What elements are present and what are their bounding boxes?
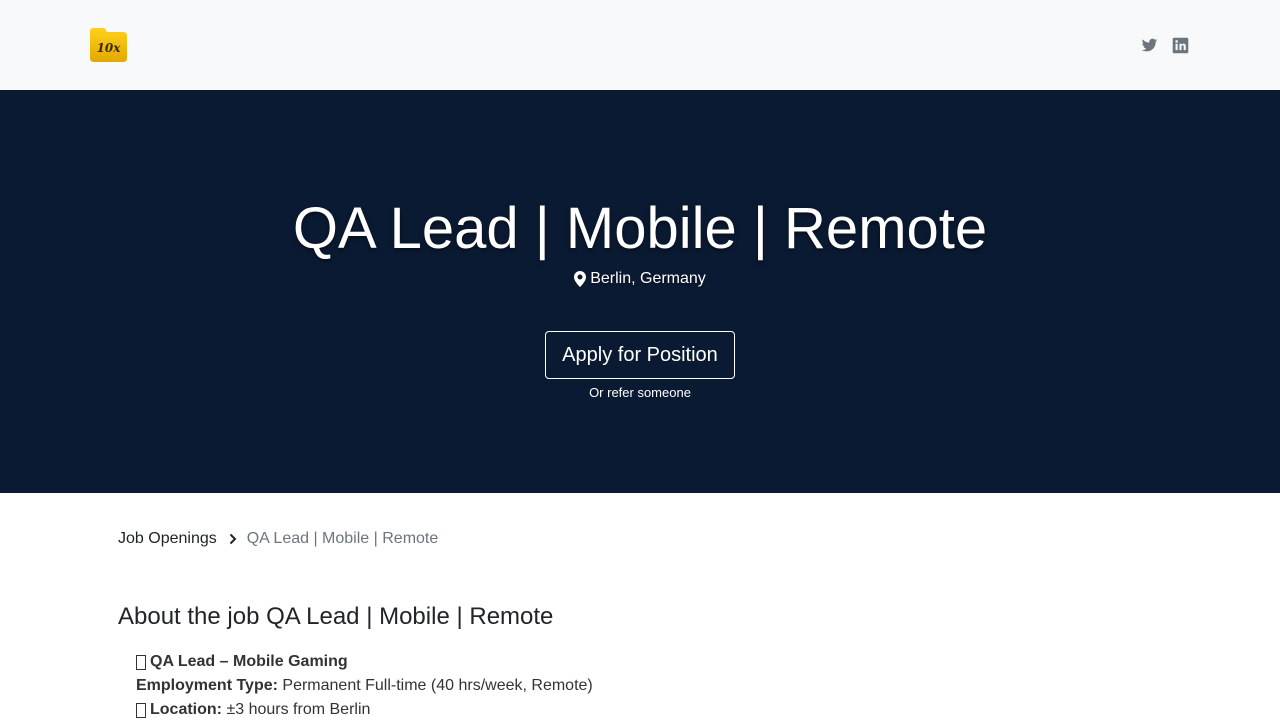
about-heading: About the job QA Lead | Mobile | Remote: [118, 603, 554, 630]
location-text: Berlin, Germany: [590, 270, 706, 287]
breadcrumb: Job Openings QA Lead | Mobile | Remote: [118, 528, 1162, 550]
detail-value: Permanent Full-time (40 hrs/week, Remote…: [282, 677, 593, 694]
job-content: Job Openings QA Lead | Mobile | Remote A…: [0, 528, 1280, 720]
detail-value: ±3 hours from Berlin: [226, 701, 371, 718]
refer-link[interactable]: Or refer someone: [589, 385, 691, 400]
emoji-icon: [136, 654, 146, 670]
job-title: QA Lead | Mobile | Remote: [292, 196, 988, 261]
chevron-right-icon: [229, 533, 237, 545]
social-links: [1141, 37, 1189, 54]
top-navbar: 10x: [0, 0, 1280, 90]
map-marker-icon: [574, 271, 587, 287]
detail-line: QA Lead – Mobile Gaming: [136, 650, 1162, 674]
detail-label: Employment Type:: [136, 677, 278, 694]
detail-label: Location:: [150, 701, 222, 718]
hero-banner: QA Lead | Mobile | Remote Berlin, German…: [0, 90, 1280, 493]
twitter-link[interactable]: [1141, 37, 1158, 54]
detail-line: Employment Type: Permanent Full-time (40…: [136, 674, 1162, 698]
job-details: QA Lead – Mobile Gaming Employment Type:…: [118, 650, 1162, 720]
apply-button[interactable]: Apply for Position: [545, 331, 735, 379]
linkedin-link[interactable]: [1172, 37, 1189, 54]
detail-line: Location: ±3 hours from Berlin: [136, 698, 1162, 720]
svg-text:10x: 10x: [97, 41, 122, 55]
breadcrumb-current: QA Lead | Mobile | Remote: [246, 530, 439, 547]
folder-logo-icon: 10x: [90, 28, 127, 62]
linkedin-icon: [1172, 37, 1189, 53]
emoji-icon: [136, 702, 146, 718]
company-logo[interactable]: 10x: [88, 27, 128, 63]
breadcrumb-job-openings[interactable]: Job Openings: [118, 530, 217, 548]
twitter-icon: [1141, 38, 1158, 51]
job-location: Berlin, Germany: [574, 270, 706, 288]
detail-label: QA Lead – Mobile Gaming: [150, 653, 348, 670]
